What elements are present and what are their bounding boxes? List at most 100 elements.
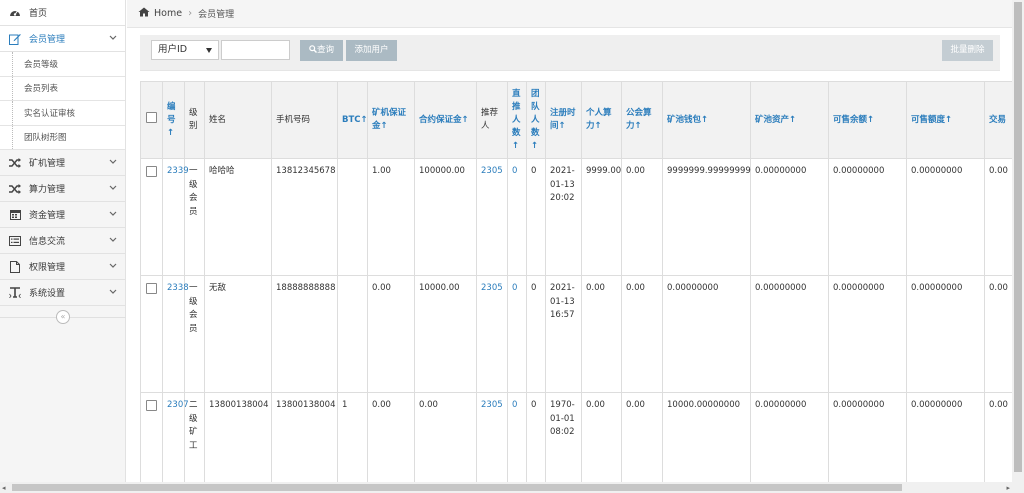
cell-pool-assets: 0.00000000 bbox=[750, 392, 829, 482]
cell-reg-time: 2021-01-13 16:57 bbox=[545, 275, 582, 393]
scroll-right-arrow-icon[interactable]: ▸ bbox=[1006, 484, 1010, 492]
search-input[interactable] bbox=[221, 40, 290, 60]
col-header-trade[interactable]: 交易 bbox=[984, 81, 1012, 159]
vertical-scrollbar-thumb[interactable] bbox=[1014, 2, 1022, 472]
col-header-reg-time[interactable]: 注册时间↑ bbox=[545, 81, 582, 159]
sidebar-subitem-member-list[interactable]: 会员列表 bbox=[0, 76, 125, 101]
cell-guild-power: 0.00 bbox=[621, 392, 663, 482]
col-header-level: 级别 bbox=[184, 81, 205, 159]
sidebar-item-settings[interactable]: 系统设置 bbox=[0, 280, 125, 306]
search-field-select-value: 用户ID bbox=[158, 44, 188, 55]
add-user-button[interactable]: 添加用户 bbox=[346, 40, 397, 61]
cell-referrer[interactable]: 2305 bbox=[476, 392, 508, 482]
col-header-miner-deposit[interactable]: 矿机保证金↑ bbox=[367, 81, 415, 159]
scroll-left-arrow-icon[interactable]: ◂ bbox=[2, 484, 6, 492]
row-checkbox-cell[interactable] bbox=[140, 275, 163, 393]
sidebar-item-label: 会员管理 bbox=[29, 35, 66, 45]
row-checkbox-cell[interactable] bbox=[140, 158, 163, 276]
col-header-contract-deposit[interactable]: 合约保证金↑ bbox=[414, 81, 477, 159]
cell-pool-wallet: 10000.00000000 bbox=[662, 392, 751, 482]
member-table: 编号↑ 级别 姓名 手机号码 BTC↑ 矿机保证金↑ 合约保证金↑ 推荐人 直推… bbox=[140, 81, 1012, 482]
cell-pool-wallet: 0.00000000 bbox=[662, 275, 751, 393]
home-icon[interactable] bbox=[138, 7, 150, 20]
search-button[interactable]: 查询 bbox=[300, 40, 343, 61]
sidebar-item-miners[interactable]: 矿机管理 bbox=[0, 150, 125, 176]
cell-reg-time: 2021-01-13 20:02 bbox=[545, 158, 582, 276]
list-icon bbox=[9, 235, 21, 247]
double-chevron-left-icon[interactable]: « bbox=[56, 310, 70, 324]
cell-personal-power: 0.00 bbox=[581, 392, 622, 482]
col-header-team-count[interactable]: 团队人数↑ bbox=[526, 81, 546, 159]
cell-miner-deposit: 0.00 bbox=[367, 392, 415, 482]
cell-btc: 1 bbox=[337, 392, 368, 482]
cell-team-count: 0 bbox=[526, 158, 546, 276]
member-table-container: 编号↑ 级别 姓名 手机号码 BTC↑ 矿机保证金↑ 合约保证金↑ 推荐人 直推… bbox=[140, 81, 1012, 482]
cell-guild-power: 0.00 bbox=[621, 275, 663, 393]
file-icon bbox=[9, 260, 21, 273]
cell-sellable-quota: 0.00000000 bbox=[906, 275, 985, 393]
col-header-pool-wallet[interactable]: 矿池钱包↑ bbox=[662, 81, 751, 159]
cell-sellable-quota: 0.00000000 bbox=[906, 392, 985, 482]
col-header-guild-power[interactable]: 公会算力↑ bbox=[621, 81, 663, 159]
cell-miner-deposit: 0.00 bbox=[367, 275, 415, 393]
cell-name: 哈哈哈 bbox=[204, 158, 272, 276]
dashboard-icon bbox=[9, 7, 21, 19]
row-checkbox[interactable] bbox=[146, 283, 157, 294]
sidebar-item-label: 权限管理 bbox=[29, 263, 66, 273]
batch-delete-button[interactable]: 批量删除 bbox=[942, 40, 993, 61]
sidebar-item-permissions[interactable]: 权限管理 bbox=[0, 254, 125, 280]
cell-id[interactable]: 2307 bbox=[162, 392, 189, 482]
cell-direct-count[interactable]: 0 bbox=[507, 158, 527, 276]
cell-sellable-balance: 0.00000000 bbox=[828, 392, 907, 482]
toolbar: 用户ID 查询 添加用户 批量删除 bbox=[140, 35, 1000, 71]
vertical-scrollbar[interactable] bbox=[1012, 0, 1024, 493]
sidebar-item-messages[interactable]: 信息交流 bbox=[0, 228, 125, 254]
row-checkbox[interactable] bbox=[146, 400, 157, 411]
cell-reg-time: 1970-01-01 08:02 bbox=[545, 392, 582, 482]
cell-pool-assets: 0.00000000 bbox=[750, 158, 829, 276]
cell-referrer[interactable]: 2305 bbox=[476, 275, 508, 393]
sidebar-item-label: 首页 bbox=[29, 9, 48, 19]
col-header-id[interactable]: 编号↑ bbox=[162, 81, 185, 159]
cell-name: 13800138004 bbox=[204, 392, 272, 482]
cell-phone: 13800138004 bbox=[271, 392, 338, 482]
sidebar-subitem-realname-review[interactable]: 实名认证审核 bbox=[0, 101, 125, 126]
sidebar-subitem-team-tree[interactable]: 团队树形图 bbox=[0, 125, 125, 150]
sidebar-item-label: 矿机管理 bbox=[29, 159, 66, 169]
col-header-pool-assets[interactable]: 矿池资产↑ bbox=[750, 81, 829, 159]
cell-pool-wallet: 9999999.99999999 bbox=[662, 158, 751, 276]
cell-btc bbox=[337, 275, 368, 393]
col-header-personal-power[interactable]: 个人算力↑ bbox=[581, 81, 622, 159]
cell-contract-deposit: 10000.00 bbox=[414, 275, 477, 393]
select-all-checkbox[interactable] bbox=[146, 112, 157, 123]
cell-team-count: 0 bbox=[526, 392, 546, 482]
shuffle-icon bbox=[9, 183, 21, 195]
search-field-select[interactable]: 用户ID bbox=[151, 40, 219, 60]
sidebar-item-home[interactable]: 首页 bbox=[0, 0, 125, 26]
horizontal-scrollbar[interactable]: ◂ ▸ bbox=[0, 482, 1012, 493]
horizontal-scrollbar-thumb[interactable] bbox=[12, 484, 902, 491]
breadcrumb-home[interactable]: Home bbox=[154, 8, 182, 19]
sidebar-subitem-member-level[interactable]: 会员等级 bbox=[0, 52, 125, 77]
cell-id[interactable]: 2338 bbox=[162, 275, 189, 393]
cell-direct-count[interactable]: 0 bbox=[507, 392, 527, 482]
sidebar-item-label: 系统设置 bbox=[29, 289, 66, 299]
table-row: 2307 二级矿工 13800138004 13800138004 1 0.00… bbox=[140, 392, 1012, 482]
cell-direct-count[interactable]: 0 bbox=[507, 275, 527, 393]
row-checkbox[interactable] bbox=[146, 166, 157, 177]
col-header-direct-count[interactable]: 直推人数↑ bbox=[507, 81, 527, 159]
cell-sellable-balance: 0.00000000 bbox=[828, 158, 907, 276]
select-all-checkbox-cell[interactable] bbox=[140, 81, 163, 159]
cell-id[interactable]: 2339 bbox=[162, 158, 189, 276]
col-header-sellable-quota[interactable]: 可售额度↑ bbox=[906, 81, 985, 159]
col-header-btc[interactable]: BTC↑ bbox=[337, 81, 368, 159]
chevron-down-icon bbox=[109, 289, 117, 294]
cell-referrer[interactable]: 2305 bbox=[476, 158, 508, 276]
search-button-label: 查询 bbox=[316, 45, 334, 55]
col-header-sellable-balance[interactable]: 可售余额↑ bbox=[828, 81, 907, 159]
sidebar-item-funds[interactable]: 资金管理 bbox=[0, 202, 125, 228]
row-checkbox-cell[interactable] bbox=[140, 392, 163, 482]
cell-phone: 18888888888 bbox=[271, 275, 338, 393]
sidebar-item-hashpower[interactable]: 算力管理 bbox=[0, 176, 125, 202]
sidebar-item-members[interactable]: 会员管理 bbox=[0, 26, 125, 52]
